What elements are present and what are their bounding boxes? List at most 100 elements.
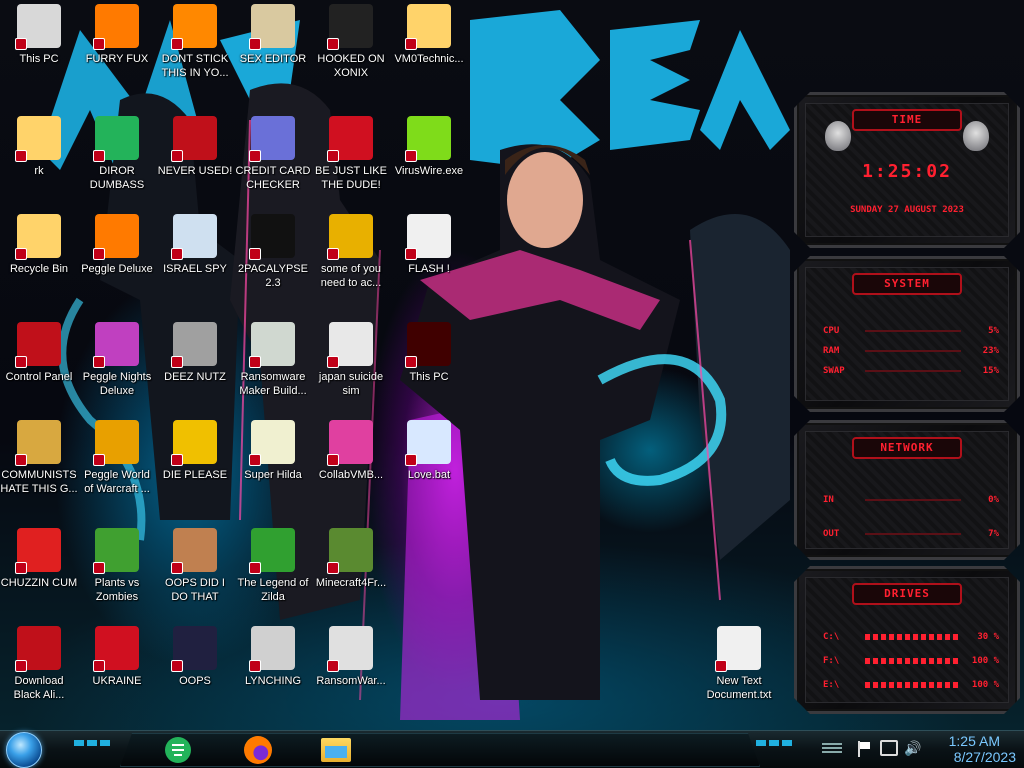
shortcut-overlay-icon bbox=[15, 38, 27, 50]
desktop-icon[interactable]: OOPS DID I DO THAT bbox=[156, 524, 234, 620]
desktop-icon-label: DONT STICK THIS IN YO... bbox=[161, 53, 229, 79]
shortcut-overlay-icon bbox=[405, 454, 417, 466]
network-tray-icon[interactable] bbox=[880, 740, 898, 756]
desktop-icon[interactable]: DIE PLEASE bbox=[156, 416, 234, 512]
network-row-value: 0% bbox=[988, 495, 999, 505]
plant-icon bbox=[93, 528, 139, 574]
shortcut-overlay-icon bbox=[327, 150, 339, 162]
drives-row-graph bbox=[865, 634, 961, 640]
desktop-icon[interactable]: 2PACALYPSE 2.3 bbox=[234, 210, 312, 306]
dark-window-icon bbox=[171, 626, 217, 672]
shortcut-overlay-icon bbox=[15, 562, 27, 574]
desktop-icon[interactable]: Plants vs Zombies bbox=[78, 524, 156, 620]
portrait-icon bbox=[171, 528, 217, 574]
shortcut-overlay-icon bbox=[171, 356, 183, 368]
firefox-icon bbox=[244, 736, 272, 764]
desktop-icon[interactable]: NEVER USED! bbox=[156, 112, 234, 208]
desktop-icon-label: New Text Document.txt bbox=[706, 675, 772, 701]
desktop-icon[interactable]: Ransomware Maker Build... bbox=[234, 318, 312, 414]
desktop-icon[interactable]: Peggle World of Warcraft ... bbox=[78, 416, 156, 512]
show-hidden-icons-icon[interactable] bbox=[822, 741, 844, 755]
desktop-icon[interactable]: Control Panel bbox=[0, 318, 78, 414]
network-gadget-title: NETWORK bbox=[852, 437, 962, 459]
desktop-icon[interactable]: COMMUNISTS HATE THIS G... bbox=[0, 416, 78, 512]
desktop-icon[interactable]: HOOKED ON XONIX bbox=[312, 0, 390, 96]
desktop-icon-label: Download Black Ali... bbox=[13, 675, 65, 701]
desktop-icon[interactable]: FURRY FUX bbox=[78, 0, 156, 96]
desktop-icon[interactable]: CollabVMB... bbox=[312, 416, 390, 512]
desktop-icon-label: NEVER USED! bbox=[157, 165, 233, 177]
desktop-icon[interactable]: Super Hilda bbox=[234, 416, 312, 512]
desktop-icon[interactable]: Minecraft4Fr... bbox=[312, 524, 390, 620]
taskbar-clock-time[interactable]: 1:25 AM bbox=[949, 733, 1000, 749]
desktop-icon-label: DEEZ NUTZ bbox=[164, 371, 226, 383]
action-center-flag-icon[interactable] bbox=[858, 741, 872, 757]
taskbar-file-explorer[interactable] bbox=[314, 734, 358, 766]
desktop-icon-label: This PC bbox=[19, 53, 59, 65]
desktop-icon[interactable]: OOPS bbox=[156, 622, 234, 718]
desktop-icon-label: 2PACALYPSE 2.3 bbox=[238, 263, 308, 289]
shortcut-overlay-icon bbox=[405, 38, 417, 50]
lime-icon bbox=[405, 116, 451, 162]
recycle-bin-icon bbox=[15, 214, 61, 260]
desktop-icon[interactable]: Download Black Ali... bbox=[0, 622, 78, 718]
desktop-icon[interactable]: rk bbox=[0, 112, 78, 208]
taskbar-firefox[interactable] bbox=[236, 734, 280, 766]
desktop-icon[interactable]: DIROR DUMBASS bbox=[78, 112, 156, 208]
desktop-icon[interactable]: japan suicide sim bbox=[312, 318, 390, 414]
desktop-icon[interactable]: SEX EDITOR bbox=[234, 0, 312, 96]
drives-row-value: 30 % bbox=[977, 632, 999, 642]
shortcut-overlay-icon bbox=[249, 660, 261, 672]
cartoon-face-icon bbox=[405, 4, 451, 50]
desktop-icon[interactable]: This PC bbox=[0, 0, 78, 96]
desktop-icon[interactable]: DONT STICK THIS IN YO... bbox=[156, 0, 234, 96]
desktop-icon[interactable]: LYNCHING bbox=[234, 622, 312, 718]
desktop-icon[interactable]: New Text Document.txt bbox=[700, 622, 778, 718]
desktop-icon-label: DIROR DUMBASS bbox=[89, 165, 145, 191]
desktop-icon[interactable]: UKRAINE bbox=[78, 622, 156, 718]
desktop-icon[interactable]: DEEZ NUTZ bbox=[156, 318, 234, 414]
taskbar-clock-date[interactable]: 8/27/2023 bbox=[954, 749, 1016, 765]
desktop-icon[interactable]: Peggle Deluxe bbox=[78, 210, 156, 306]
desktop-icon[interactable]: some of you need to ac... bbox=[312, 210, 390, 306]
desktop-icon[interactable]: This PC bbox=[390, 318, 468, 414]
volume-icon[interactable]: 🔊 bbox=[904, 740, 922, 756]
time-gadget-title: TIME bbox=[852, 109, 962, 131]
system-row: SWAP 15% bbox=[823, 361, 999, 381]
desktop-icon[interactable]: VirusWire.exe bbox=[390, 112, 468, 208]
control-panel-icon bbox=[15, 322, 61, 368]
desktop-icon[interactable]: Peggle Nights Deluxe bbox=[78, 318, 156, 414]
desktop-icon-label: OOPS bbox=[179, 675, 211, 687]
start-button[interactable] bbox=[6, 732, 42, 768]
shortcut-overlay-icon bbox=[93, 356, 105, 368]
desktop-icon[interactable]: CREDIT CARD CHECKER bbox=[234, 112, 312, 208]
shortcut-overlay-icon bbox=[249, 38, 261, 50]
windows-stack-icon bbox=[171, 322, 217, 368]
desktop-icon[interactable]: VM0Technic... bbox=[390, 0, 468, 96]
radiation-icon bbox=[93, 626, 139, 672]
shortcut-overlay-icon bbox=[15, 660, 27, 672]
installer-icon bbox=[327, 322, 373, 368]
drives-row: E:\ 100 % bbox=[823, 673, 999, 697]
shortcut-overlay-icon bbox=[249, 150, 261, 162]
desktop-icon[interactable]: RansomWar... bbox=[312, 622, 390, 718]
network-row-graph bbox=[865, 499, 961, 501]
desktop-icon[interactable]: ISRAEL SPY bbox=[156, 210, 234, 306]
drives-row-graph bbox=[865, 658, 961, 664]
flash-file-icon bbox=[405, 214, 451, 260]
taskbar-chat-app[interactable] bbox=[156, 734, 200, 766]
shortcut-overlay-icon bbox=[93, 454, 105, 466]
desktop-icon[interactable]: FLASH ! bbox=[390, 210, 468, 306]
desktop-icon[interactable]: BE JUST LIKE THE DUDE! bbox=[312, 112, 390, 208]
desktop-icon[interactable]: The Legend of Zilda bbox=[234, 524, 312, 620]
system-row-graph bbox=[865, 330, 961, 332]
taskbar-bar bbox=[120, 733, 760, 767]
desktop-icon[interactable]: CHUZZIN CUM bbox=[0, 524, 78, 620]
system-row-value: 5% bbox=[988, 326, 999, 336]
shortcut-overlay-icon bbox=[249, 248, 261, 260]
desktop-icon-label: This PC bbox=[409, 371, 449, 383]
desktop-icon[interactable]: Love.bat bbox=[390, 416, 468, 512]
desktop-icon-label: Recycle Bin bbox=[9, 263, 69, 275]
desktop-icon[interactable]: Recycle Bin bbox=[0, 210, 78, 306]
desktop-icon-label: OOPS DID I DO THAT bbox=[165, 577, 225, 603]
